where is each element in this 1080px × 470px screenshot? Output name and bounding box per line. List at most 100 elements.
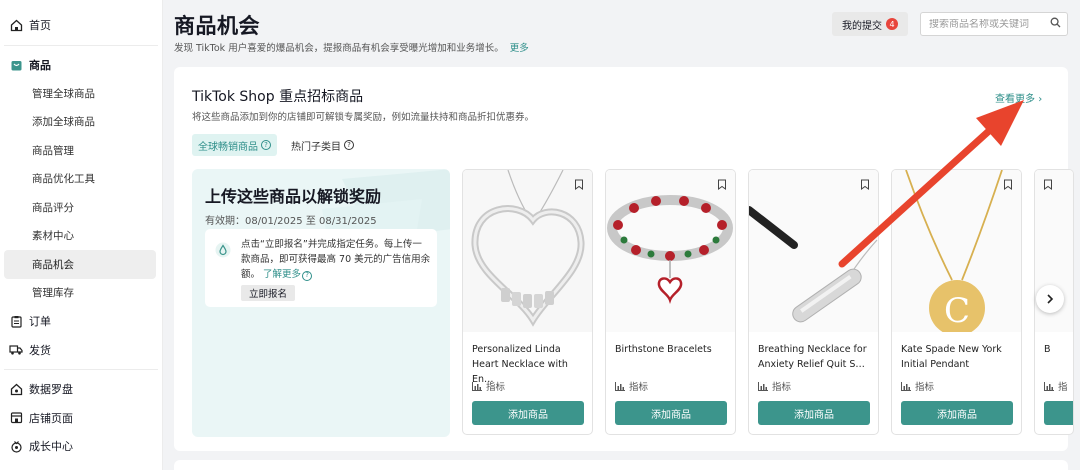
- nav-shipping-label: 发货: [29, 343, 51, 357]
- store-icon: [9, 411, 23, 425]
- more-link[interactable]: 更多: [510, 43, 529, 54]
- promo-panel: 上传这些商品以解锁奖励 有效期：08/01/2025 至 08/31/2025 …: [192, 169, 450, 437]
- sidebar-item-product-management[interactable]: 商品管理: [4, 136, 156, 165]
- add-product-button[interactable]: 添加商品: [615, 401, 727, 425]
- nav-home-label: 首页: [29, 19, 51, 32]
- product-metric[interactable]: 指标: [901, 379, 934, 393]
- search-input[interactable]: [929, 18, 1050, 30]
- sidebar-item-optimization-tools[interactable]: 商品优化工具: [4, 165, 156, 194]
- view-more-label: 查看更多: [995, 94, 1035, 105]
- product-image-bracelet: [606, 170, 735, 332]
- product-name: Birthstone Bracelets: [615, 344, 712, 355]
- bar-chart-icon: [472, 381, 482, 391]
- sidebar-item-product-opportunities[interactable]: 商品机会: [4, 250, 156, 279]
- learn-more-link[interactable]: 了解更多?: [263, 269, 313, 281]
- product-image-initial-pendant: C: [892, 170, 1021, 332]
- bookmark-icon[interactable]: [1003, 179, 1013, 190]
- growth-icon: [9, 439, 23, 453]
- product-card[interactable]: Birthstone Bracelets 指标 添加商品: [605, 169, 736, 435]
- nav-product-label: 商品: [29, 59, 51, 72]
- nav-store-page[interactable]: 店铺页面: [0, 404, 162, 433]
- my-submissions-button[interactable]: 我的提交 4: [832, 12, 908, 36]
- search-box[interactable]: [920, 12, 1068, 36]
- bar-chart-icon: [1044, 381, 1054, 391]
- section-description: 将这些商品添加到你的店铺即可解锁专属奖励，例如流量扶持和商品折扣优惠券。: [192, 112, 535, 123]
- featured-products-card: TikTok Shop 重点招标商品 将这些商品添加到你的店铺即可解锁专属奖励，…: [174, 67, 1074, 451]
- product-card[interactable]: Breathing Necklace for Anxiety Relief Qu…: [748, 169, 879, 435]
- chip-hot-subcategories[interactable]: 热门子类目 ?: [285, 134, 360, 156]
- product-name: Kate Spade New York Initial Pendant: [901, 344, 1002, 370]
- page-title: 商品机会: [174, 14, 260, 38]
- bookmark-icon[interactable]: [717, 179, 727, 190]
- bookmark-icon[interactable]: [1043, 179, 1053, 190]
- add-product-button[interactable]: 添加商品: [472, 401, 584, 425]
- product-metric[interactable]: 指: [1044, 379, 1068, 393]
- add-product-button[interactable]: 添加商品: [758, 401, 870, 425]
- nav-orders[interactable]: 订单: [0, 307, 162, 336]
- chevron-right-icon: [1047, 294, 1054, 304]
- bar-chart-icon: [758, 381, 768, 391]
- product-metric-label: 指标: [486, 382, 506, 393]
- promo-text: 点击“立即报名”并完成指定任务。每上传一款商品，即可获得最高 70 美元的广告信…: [241, 237, 431, 282]
- promo-validity: 有效期：08/01/2025 至 08/31/2025: [205, 216, 377, 227]
- product-icon: [9, 58, 23, 72]
- next-section-card: [174, 460, 1068, 470]
- page-subtitle-text: 发现 TikTok 用户喜爱的爆品机会，提报商品有机会享受曝光增加和业务增长。: [174, 43, 504, 54]
- category-chips: 全球畅销商品 ? 热门子类目 ?: [192, 134, 360, 156]
- nav-growth-center-label: 成长中心: [29, 440, 73, 454]
- bar-chart-icon: [901, 381, 911, 391]
- add-product-button[interactable]: [1044, 401, 1073, 425]
- nav-store-page-label: 店铺页面: [29, 411, 73, 425]
- help-icon: ?: [344, 140, 354, 150]
- sidebar-item-add-global[interactable]: 添加全球商品: [4, 108, 156, 137]
- sidebar-item-manage-global[interactable]: 管理全球商品: [4, 79, 156, 108]
- page-subtitle: 发现 TikTok 用户喜爱的爆品机会，提报商品有机会享受曝光增加和业务增长。更…: [174, 40, 529, 54]
- nav-home[interactable]: 首页: [0, 10, 162, 40]
- product-name: B: [1044, 344, 1051, 355]
- product-metric-label: 指标: [629, 382, 649, 393]
- product-card[interactable]: C Kate Spade New York Initial Pendant 指标…: [891, 169, 1022, 435]
- product-name: Breathing Necklace for Anxiety Relief Qu…: [758, 344, 867, 370]
- promo-info-box: 点击“立即报名”并完成指定任务。每上传一款商品，即可获得最高 70 美元的广告信…: [205, 229, 437, 307]
- add-product-button[interactable]: 添加商品: [901, 401, 1013, 425]
- nav-data-compass-label: 数据罗盘: [29, 383, 73, 397]
- sidebar-item-inventory[interactable]: 管理库存: [4, 279, 156, 308]
- product-metric-label: 指标: [915, 382, 935, 393]
- product-metric[interactable]: 指标: [758, 379, 791, 393]
- bar-chart-icon: [615, 381, 625, 391]
- home-icon: [9, 18, 23, 32]
- truck-icon: [9, 343, 23, 357]
- my-submissions-label: 我的提交: [842, 20, 882, 32]
- drop-icon: [215, 242, 231, 258]
- enroll-now-button[interactable]: 立即报名: [241, 285, 296, 301]
- product-card[interactable]: Personalized Linda Heart Necklace with E…: [462, 169, 593, 435]
- nav-product-section[interactable]: 商品: [0, 51, 162, 79]
- product-image-heart-necklace: [463, 170, 592, 332]
- nav-growth-center[interactable]: 成长中心: [0, 432, 162, 461]
- product-metric-label: 指: [1058, 382, 1068, 393]
- nav-shipping[interactable]: 发货: [0, 336, 162, 365]
- compass-icon: [9, 382, 23, 396]
- svg-text:C: C: [944, 291, 970, 331]
- chip-global-bestsellers[interactable]: 全球畅销商品 ?: [192, 134, 277, 156]
- help-icon: ?: [261, 140, 271, 150]
- bookmark-icon[interactable]: [860, 179, 870, 190]
- nav-divider: [4, 45, 158, 46]
- search-icon[interactable]: [1050, 17, 1061, 31]
- chip-label: 热门子类目: [291, 141, 341, 153]
- sidebar-item-product-rating[interactable]: 商品评分: [4, 193, 156, 222]
- sidebar-item-asset-center[interactable]: 素材中心: [4, 222, 156, 251]
- nav-divider: [4, 369, 158, 370]
- view-more-link[interactable]: 查看更多 ›: [995, 90, 1042, 105]
- product-metric[interactable]: 指标: [472, 379, 505, 393]
- nav-data-compass[interactable]: 数据罗盘: [0, 375, 162, 404]
- clipboard-icon: [9, 314, 23, 328]
- help-icon: ?: [302, 270, 313, 281]
- product-metric-label: 指标: [772, 382, 792, 393]
- nav-orders-label: 订单: [29, 315, 51, 329]
- bookmark-icon[interactable]: [574, 179, 584, 190]
- chip-label: 全球畅销商品: [198, 141, 258, 153]
- product-metric[interactable]: 指标: [615, 379, 648, 393]
- carousel-next-button[interactable]: [1036, 285, 1064, 313]
- section-title: TikTok Shop 重点招标商品: [192, 89, 364, 105]
